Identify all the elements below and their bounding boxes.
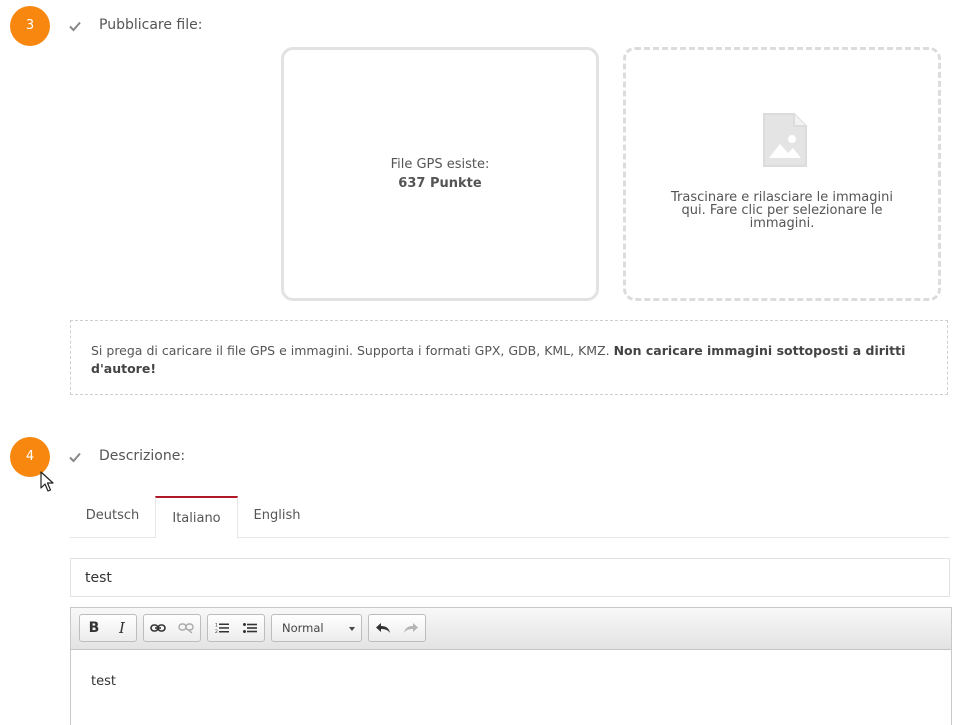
step-3-title: Pubblicare file: <box>99 17 203 33</box>
undo-button[interactable] <box>369 615 397 641</box>
text-style-group: B I <box>79 614 137 642</box>
editor-toolbar: B I 1 2 Normal <box>71 608 951 650</box>
format-dropdown[interactable]: Normal <box>271 614 362 642</box>
step-3-number: 3 <box>10 6 50 46</box>
list-group: 1 2 <box>207 614 265 642</box>
checkmark-icon <box>69 452 81 463</box>
mouse-cursor-icon <box>40 471 54 492</box>
unlink-icon <box>178 623 194 634</box>
upload-notice-text: Si prega di caricare il file GPS e immag… <box>91 343 614 358</box>
image-drop-text: Trascinare e rilasciare le immagini qui.… <box>671 190 893 231</box>
numbered-list-button[interactable]: 1 2 <box>208 615 236 641</box>
link-button[interactable] <box>144 615 172 641</box>
image-drop-zone[interactable]: Trascinare e rilasciare le immagini qui.… <box>623 47 941 301</box>
link-group <box>143 614 201 642</box>
gps-file-label: File GPS esiste: <box>390 157 490 172</box>
upload-notice: Si prega di caricare il file GPS e immag… <box>70 320 948 395</box>
tab-english[interactable]: English <box>238 496 316 537</box>
checkmark-icon <box>69 21 81 32</box>
redo-icon <box>404 623 418 633</box>
tab-italiano[interactable]: Italiano <box>155 496 238 538</box>
unlink-button[interactable] <box>172 615 200 641</box>
tab-deutsch[interactable]: Deutsch <box>70 496 155 537</box>
title-input[interactable] <box>70 558 950 597</box>
editor-content[interactable]: test <box>71 650 951 713</box>
link-icon <box>150 624 166 632</box>
language-tabs: Deutsch Italiano English <box>70 496 950 538</box>
step-4-title: Descrizione: <box>99 448 186 464</box>
page: 3 Pubblicare file: File GPS esiste: 637 … <box>0 0 961 725</box>
undo-icon <box>376 623 390 633</box>
svg-text:1: 1 <box>215 623 218 629</box>
chevron-down-icon <box>349 627 355 631</box>
bold-button[interactable]: B <box>80 615 108 641</box>
svg-text:2: 2 <box>215 629 218 634</box>
bullet-list-button[interactable] <box>236 615 264 641</box>
rich-text-editor: B I 1 2 Normal test <box>70 607 952 725</box>
redo-button[interactable] <box>397 615 425 641</box>
bullet-list-icon <box>243 623 257 633</box>
gps-point-count: 637 Punkte <box>398 176 482 191</box>
numbered-list-icon: 1 2 <box>215 623 229 634</box>
image-file-icon <box>763 113 807 167</box>
history-group <box>368 614 426 642</box>
gps-file-box: File GPS esiste: 637 Punkte <box>281 47 599 301</box>
format-value: Normal <box>282 621 324 635</box>
italic-button[interactable]: I <box>108 615 136 641</box>
